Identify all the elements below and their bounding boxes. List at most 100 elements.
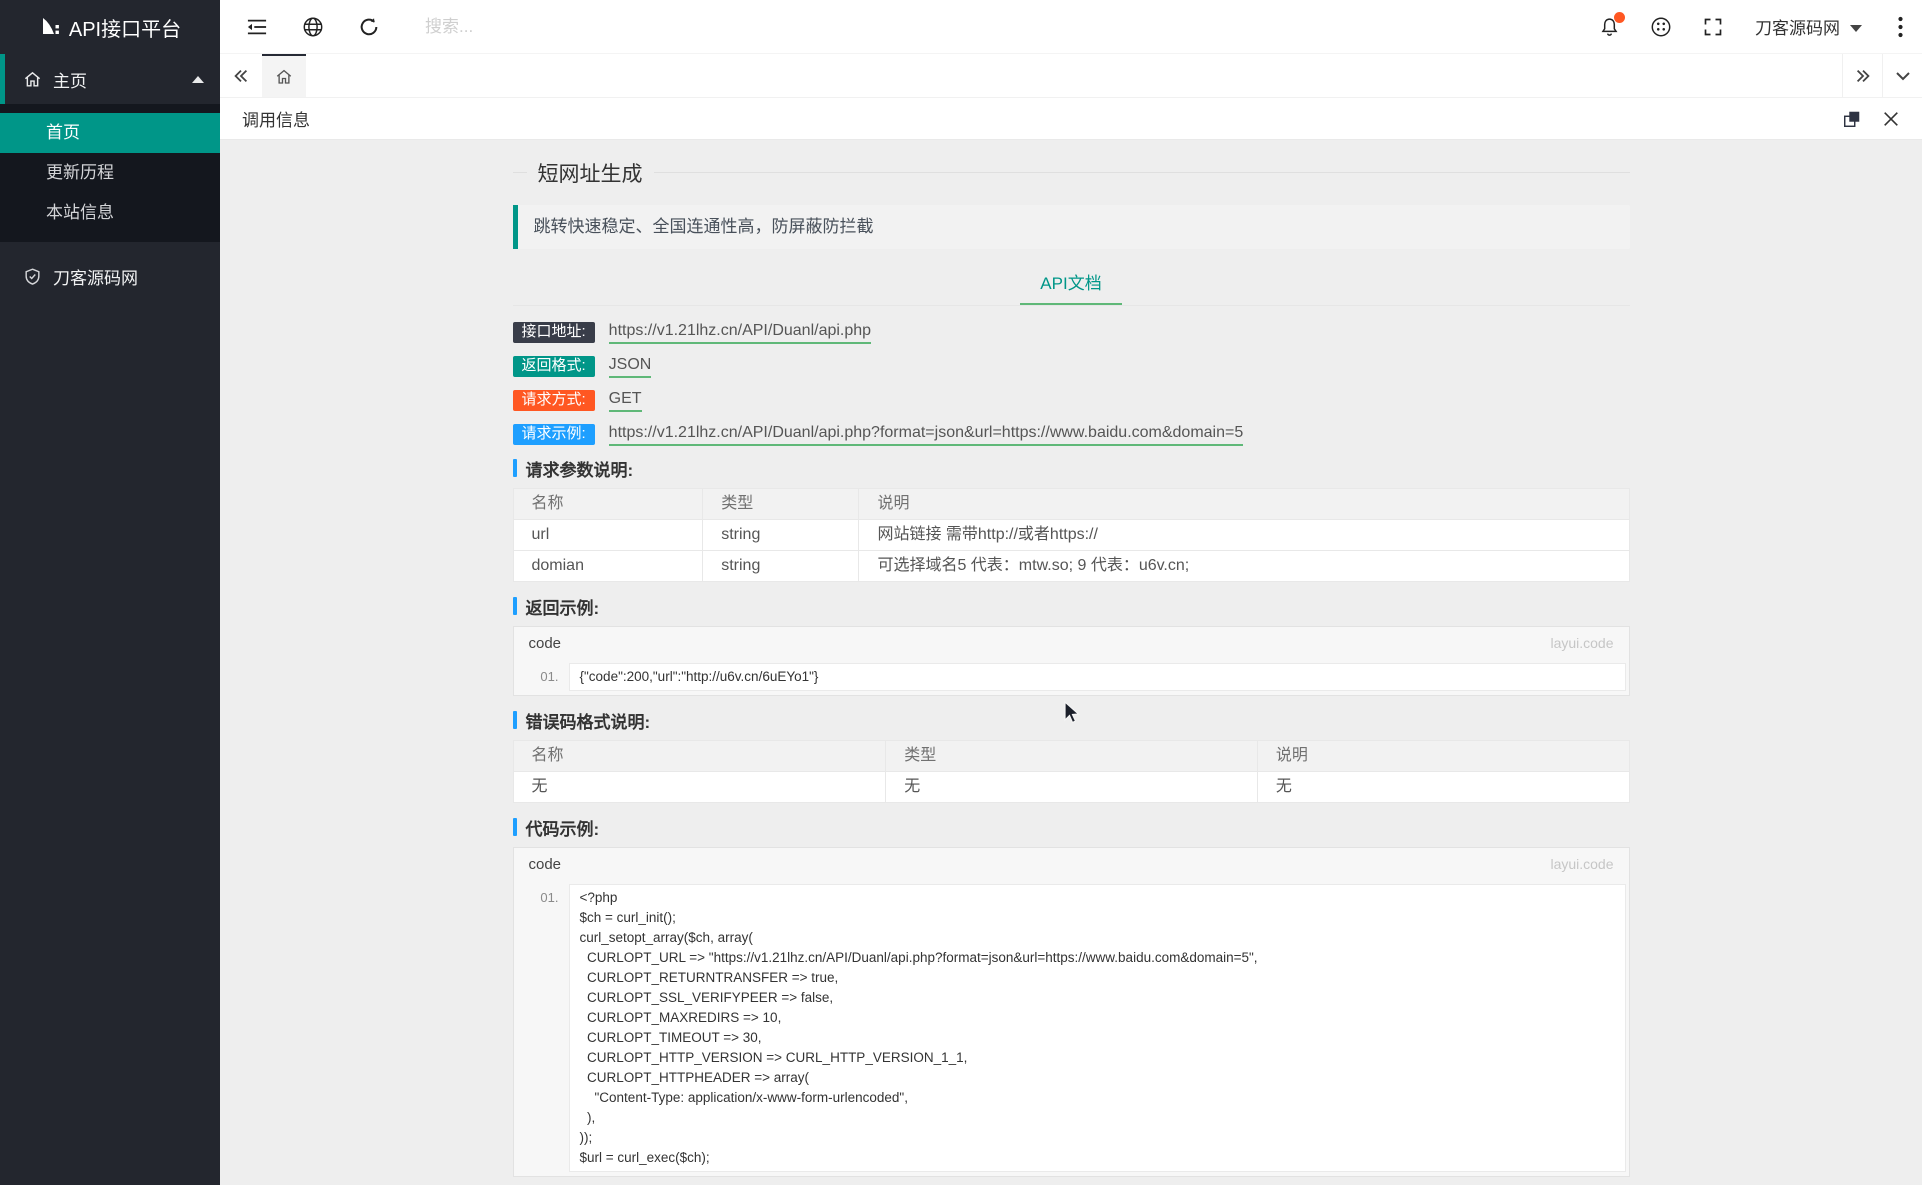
section-title-response: 返回示例:	[513, 596, 1630, 616]
table-header-cell: 名称	[513, 741, 886, 772]
notification-dot	[1614, 12, 1625, 23]
topbar-right: 刀客源码网	[1583, 0, 1922, 53]
field-value-link[interactable]: JSON	[609, 356, 652, 378]
field-badge: 请求方式:	[513, 390, 595, 411]
panel-title: 调用信息	[242, 106, 310, 131]
theme-icon[interactable]	[1635, 0, 1687, 53]
sidebar-item-home-group[interactable]: 主页	[0, 54, 220, 104]
field-list: 接口地址: https://v1.21lhz.cn/API/Duanl/api.p…	[513, 322, 1630, 445]
code-line-number: 01.	[514, 884, 569, 1172]
globe-icon[interactable]	[285, 0, 341, 53]
table-header-cell: 名称	[513, 489, 703, 520]
code-content[interactable]: <?php $ch = curl_init(); curl_setopt_arr…	[569, 884, 1626, 1172]
main-area: 刀客源码网	[220, 0, 1922, 1185]
code-block-title: code	[529, 635, 562, 652]
code-block-header: code layui.code	[514, 627, 1629, 659]
table-header-cell: 类型	[703, 489, 859, 520]
doc-quote: 跳转快速稳定、全国连通性高，防屏蔽防拦截	[513, 205, 1630, 249]
tab-api-doc[interactable]: API文档	[1020, 263, 1121, 305]
table-cell: domian	[513, 551, 703, 582]
logo[interactable]: API接口平台	[0, 0, 220, 54]
section-title-text: 返回示例:	[526, 594, 600, 619]
fullscreen-icon[interactable]	[1687, 0, 1739, 53]
section-bar-icon	[513, 459, 517, 477]
app-root: API接口平台 主页 首页更新历程本站信息 刀客源码网	[0, 0, 1922, 1185]
table-row: 无无无	[513, 772, 1629, 803]
user-menu[interactable]: 刀客源码网	[1739, 0, 1878, 53]
home-icon	[275, 68, 293, 86]
home-icon	[23, 70, 42, 89]
topbar: 刀客源码网	[220, 0, 1922, 54]
code-block-body: 01. <?php $ch = curl_init(); curl_setopt…	[514, 880, 1629, 1176]
section-title-text: 错误码格式说明:	[526, 708, 651, 733]
more-icon[interactable]	[1878, 0, 1922, 53]
field-value-link[interactable]: https://v1.21lhz.cn/API/Duanl/api.php?fo…	[609, 424, 1244, 446]
tab-home[interactable]	[262, 54, 306, 97]
section-bar-icon	[513, 711, 517, 729]
panel-icons	[1842, 109, 1900, 129]
caret-down-icon	[1850, 25, 1862, 32]
code-block-body: 01. {"code":200,"url":"http://u6v.cn/6uE…	[514, 659, 1629, 695]
tab-scroll-right-icon[interactable]	[1842, 54, 1882, 97]
params-table: 名称类型说明urlstring网站链接 需带http://或者https://d…	[513, 488, 1630, 582]
tab-scroll-left-icon[interactable]	[220, 54, 262, 97]
table-row: domianstring可选择域名5 代表：mtw.so; 9 代表：u6v.c…	[513, 551, 1629, 582]
sidebar-item-daoke[interactable]: 刀客源码网	[0, 251, 220, 301]
tab-spacer	[306, 54, 1842, 97]
search-input[interactable]	[423, 16, 853, 38]
field-row-3: 请求示例: https://v1.21lhz.cn/API/Duanl/api.p…	[513, 424, 1630, 445]
doc-title: 短网址生成	[527, 158, 654, 188]
table-cell: 可选择域名5 代表：mtw.so; 9 代表：u6v.cn;	[859, 551, 1629, 582]
example-code-block: code layui.code 01. <?php $ch = curl_ini…	[513, 847, 1630, 1177]
field-value-link[interactable]: https://v1.21lhz.cn/API/Duanl/api.php	[609, 322, 871, 344]
table-cell: 无	[886, 772, 1258, 803]
table-cell: 网站链接 需带http://或者https://	[859, 520, 1629, 551]
username: 刀客源码网	[1755, 14, 1840, 39]
code-line-number: 01.	[514, 663, 569, 691]
code-block-header: code layui.code	[514, 848, 1629, 880]
doc-title-divider: 短网址生成	[513, 172, 1630, 173]
sidebar-site-label: 刀客源码网	[53, 264, 138, 289]
tab-operations-icon[interactable]	[1882, 54, 1922, 97]
table-cell: url	[513, 520, 703, 551]
api-doc: 短网址生成 跳转快速稳定、全国连通性高，防屏蔽防拦截 API文档 接口地址: ht…	[513, 140, 1630, 1177]
refresh-icon[interactable]	[341, 0, 397, 53]
section-title-text: 代码示例:	[526, 815, 600, 840]
response-code-block: code layui.code 01. {"code":200,"url":"h…	[513, 626, 1630, 696]
field-badge: 接口地址:	[513, 322, 595, 343]
panel-header: 调用信息	[220, 98, 1922, 140]
table-header-cell: 类型	[886, 741, 1258, 772]
mouse-cursor	[1057, 700, 1087, 730]
section-bar-icon	[513, 818, 517, 836]
sidebar: API接口平台 主页 首页更新历程本站信息 刀客源码网	[0, 0, 220, 1185]
field-row-1: 返回格式: JSON	[513, 356, 1630, 377]
table-row: urlstring网站链接 需带http://或者https://	[513, 520, 1629, 551]
caret-up-icon	[192, 76, 204, 83]
shield-icon	[23, 267, 42, 286]
table-cell: string	[703, 551, 859, 582]
sidebar-sub-item-2[interactable]: 本站信息	[0, 193, 220, 233]
section-title-params: 请求参数说明:	[513, 458, 1630, 478]
section-bar-icon	[513, 597, 517, 615]
doc-tabs: API文档	[513, 263, 1630, 306]
table-cell: 无	[513, 772, 886, 803]
tabbar	[220, 54, 1922, 98]
field-value-link[interactable]: GET	[609, 390, 642, 412]
logo-icon	[39, 15, 61, 39]
field-row-2: 请求方式: GET	[513, 390, 1630, 411]
sidebar-sub-item-0[interactable]: 首页	[0, 113, 220, 153]
bell-icon[interactable]	[1583, 0, 1635, 53]
collapse-sidebar-icon[interactable]	[229, 0, 285, 53]
field-badge: 返回格式:	[513, 356, 595, 377]
close-icon[interactable]	[1882, 110, 1900, 128]
logo-title: API接口平台	[69, 13, 181, 42]
section-title-text: 请求参数说明:	[526, 456, 634, 481]
code-content[interactable]: {"code":200,"url":"http://u6v.cn/6uEYo1"…	[569, 663, 1626, 691]
content-area[interactable]: 短网址生成 跳转快速稳定、全国连通性高，防屏蔽防拦截 API文档 接口地址: ht…	[220, 140, 1922, 1185]
code-block-title: code	[529, 856, 562, 873]
sidebar-sub-item-1[interactable]: 更新历程	[0, 153, 220, 193]
error-table: 名称类型说明无无无	[513, 740, 1630, 803]
restore-icon[interactable]	[1842, 109, 1862, 129]
field-badge: 请求示例:	[513, 424, 595, 445]
response-json: {"code":200,"url":"http://u6v.cn/6uEYo1"…	[570, 664, 1625, 690]
